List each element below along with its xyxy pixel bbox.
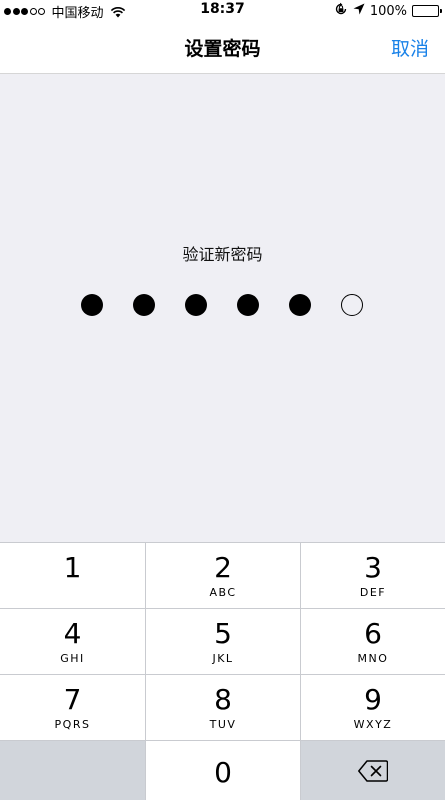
delete-button[interactable] — [301, 741, 445, 800]
passcode-dot-filled — [185, 294, 207, 316]
key-9[interactable]: 9 WXYZ — [301, 675, 445, 740]
carrier-name: 中国移动 — [51, 6, 104, 21]
passcode-area: 验证新密码 — [0, 74, 445, 542]
number-keypad: 1 2 ABC 3 DEF 4 GHI 5 JKL 6 MNO 7 PQRS 8… — [0, 542, 445, 800]
cancel-button[interactable]: 取消 — [391, 34, 429, 61]
key-digit: 2 — [214, 550, 232, 584]
signal-dot — [4, 8, 11, 15]
key-digit: 4 — [63, 616, 82, 650]
key-letters: JKL — [212, 651, 234, 665]
signal-dot — [21, 8, 28, 15]
status-bar: 中国移动 18:37 100% — [0, 0, 445, 21]
key-1[interactable]: 1 — [0, 543, 145, 608]
signal-dot — [29, 8, 37, 15]
key-digit: 1 — [63, 550, 82, 584]
battery-percent: 100% — [369, 3, 407, 19]
rotation-lock-icon — [334, 2, 348, 20]
key-letters: PQRS — [54, 717, 91, 731]
signal-dot — [38, 8, 45, 15]
key-2[interactable]: 2 ABC — [145, 543, 301, 608]
key-digit: 5 — [214, 616, 232, 650]
backspace-icon — [358, 759, 389, 786]
passcode-dot-filled — [81, 294, 103, 316]
key-digit: 3 — [364, 550, 382, 584]
key-digit: 8 — [214, 682, 232, 716]
wifi-icon — [110, 6, 126, 18]
key-digit: 0 — [214, 755, 232, 789]
key-digit: 6 — [364, 616, 382, 650]
page-title: 设置密码 — [184, 38, 261, 60]
key-6[interactable]: 6 MNO — [301, 609, 445, 674]
key-8[interactable]: 8 TUV — [145, 675, 301, 740]
key-7[interactable]: 7 PQRS — [0, 675, 145, 740]
blank-key — [0, 741, 145, 800]
location-arrow-icon — [353, 3, 365, 19]
status-left: 中国移动 — [4, 2, 126, 21]
key-letters: WXYZ — [353, 717, 393, 731]
navigation-bar: 设置密码 取消 — [0, 20, 445, 74]
key-letters: TUV — [209, 717, 237, 731]
key-4[interactable]: 4 GHI — [0, 609, 145, 674]
key-5[interactable]: 5 JKL — [145, 609, 301, 674]
passcode-dot-empty — [341, 294, 363, 316]
passcode-prompt: 验证新密码 — [182, 245, 263, 264]
battery-icon — [412, 5, 442, 17]
passcode-dot-filled — [289, 294, 311, 316]
passcode-dots — [81, 294, 393, 316]
key-letters: MNO — [357, 651, 389, 665]
key-digit: 9 — [364, 682, 382, 716]
key-letters: ABC — [209, 585, 237, 599]
passcode-dot-filled — [133, 294, 155, 316]
key-letters: GHI — [60, 651, 85, 665]
status-right: 100% — [329, 2, 442, 20]
passcode-dot-filled — [237, 294, 259, 316]
key-0[interactable]: 0 — [145, 741, 301, 800]
signal-dot — [12, 8, 20, 15]
key-letters: DEF — [359, 585, 387, 599]
key-3[interactable]: 3 DEF — [301, 543, 445, 608]
signal-strength-icon — [4, 8, 47, 15]
key-digit: 7 — [63, 682, 82, 716]
